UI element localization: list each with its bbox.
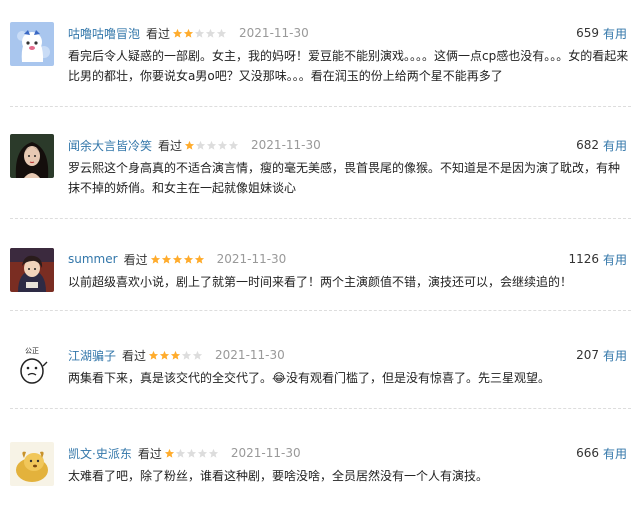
star-filled-icon [150,254,160,264]
watched-label: 看过 [122,348,147,363]
username-link[interactable]: 咕噜咕噜冒泡 [68,25,140,42]
vote-count: 659 [576,26,599,40]
doodle-face-avatar-icon[interactable]: 公正 [10,344,54,388]
useful-button[interactable]: 有用 [603,347,627,364]
review-date: 2021-11-30 [251,138,321,152]
rating-stars [148,350,203,361]
star-filled-icon [164,448,174,458]
review-meta: 咕噜咕噜冒泡 看过 2021-11-30 [68,22,309,44]
star-empty-icon [175,448,185,458]
star-filled-icon [184,140,195,150]
vote-area: 1126 有用 [568,248,627,270]
review-date: 2021-11-30 [216,252,287,266]
watched-label: 看过 [123,252,148,267]
vote-count: 666 [576,446,599,460]
useful-button[interactable]: 有用 [603,137,627,154]
divider [10,218,631,219]
review-date: 2021-11-30 [215,348,285,362]
star-filled-icon [183,254,193,264]
review-meta: 凯文·史派东 看过 2021-11-30 [68,442,301,464]
star-empty-icon [216,28,227,38]
star-empty-icon [194,28,205,38]
username-link[interactable]: 闻余大言皆冷笑 [68,137,152,154]
vote-count: 682 [576,138,599,152]
watched-label: 看过 [137,446,162,461]
rating-stars [172,28,227,39]
username-link[interactable]: 江湖骗子 [68,347,116,364]
vote-area: 207 有用 [576,344,627,366]
ghost-avatar-icon[interactable] [10,22,54,66]
username-link[interactable]: summer [68,252,118,266]
vote-area: 666 有用 [576,442,627,464]
star-empty-icon [208,448,218,458]
divider [10,106,631,107]
golden-dog-avatar-icon[interactable] [10,442,54,486]
vote-area: 659 有用 [576,22,627,44]
anime-avatar-icon[interactable] [10,248,54,292]
useful-button[interactable]: 有用 [603,445,627,462]
review-item: 闻余大言皆冷笑 看过 2021-11-30 682 有用 罗云熙这个身高真的不适… [0,112,641,204]
star-empty-icon [228,140,239,150]
star-empty-icon [206,140,217,150]
star-empty-icon [195,140,206,150]
review-content: 以前超级喜欢小说，剧上了就第一时间来看了！两个主演颜值不错，演技还可以，会继续追… [68,275,573,289]
useful-button[interactable]: 有用 [603,251,627,268]
star-empty-icon [181,350,192,360]
rating-stars [184,140,239,151]
vote-area: 682 有用 [576,134,627,156]
star-filled-icon [161,254,171,264]
review-item: 咕噜咕噜冒泡 看过 2021-11-30 659 有用 看完后令人疑惑的一部剧。… [0,0,641,92]
username-link[interactable]: 凯文·史派东 [68,445,132,462]
review-content: 两集看下来，真是该交代的全交代了。😂没有观看门槛了，但是没有惊喜了。先三星观望。 [68,371,551,385]
rating-stars [164,448,219,459]
review-item: summer 看过 2021-11-30 1126 有用 以前超级喜欢小说，剧上… [0,226,641,318]
watched-label: 看过 [158,138,183,153]
portrait-avatar-icon[interactable] [10,134,54,178]
review-item: 公正 江湖骗子 看过 2021-11-30 207 有用 两集看下来，真是该交代… [0,322,641,414]
star-filled-icon [183,28,194,38]
star-filled-icon [148,350,159,360]
divider [10,310,631,311]
star-empty-icon [192,350,203,360]
review-meta: summer 看过 2021-11-30 [68,248,286,270]
star-empty-icon [197,448,207,458]
review-date: 2021-11-30 [239,26,309,40]
star-empty-icon [217,140,228,150]
divider [10,408,631,409]
star-filled-icon [194,254,204,264]
vote-count: 1126 [568,252,599,266]
review-content: 看完后令人疑惑的一部剧。女主，我的妈呀！爱豆能不能别演戏。。。。这俩一点cp感也… [68,49,629,83]
avatar-caption: 公正 [25,347,39,355]
review-content: 罗云熙这个身高真的不适合演言情，瘦的毫无美感，畏首畏尾的像猴。不知道是不是因为演… [68,161,621,195]
star-filled-icon [172,28,183,38]
review-date: 2021-11-30 [230,446,301,460]
rating-stars [150,254,205,265]
useful-button[interactable]: 有用 [603,25,627,42]
star-filled-icon [170,350,181,360]
star-filled-icon [159,350,170,360]
review-meta: 江湖骗子 看过 2021-11-30 [68,344,285,366]
review-item: 凯文·史派东 看过 2021-11-30 666 有用 太难看了吧，除了粉丝，谁… [0,420,641,512]
star-empty-icon [205,28,216,38]
review-content: 太难看了吧，除了粉丝，谁看这种剧，要啥没啥，全员居然没有一个人有演技。 [68,469,489,483]
star-empty-icon [186,448,196,458]
review-meta: 闻余大言皆冷笑 看过 2021-11-30 [68,134,321,156]
vote-count: 207 [576,348,599,362]
watched-label: 看过 [146,26,171,41]
star-filled-icon [172,254,182,264]
